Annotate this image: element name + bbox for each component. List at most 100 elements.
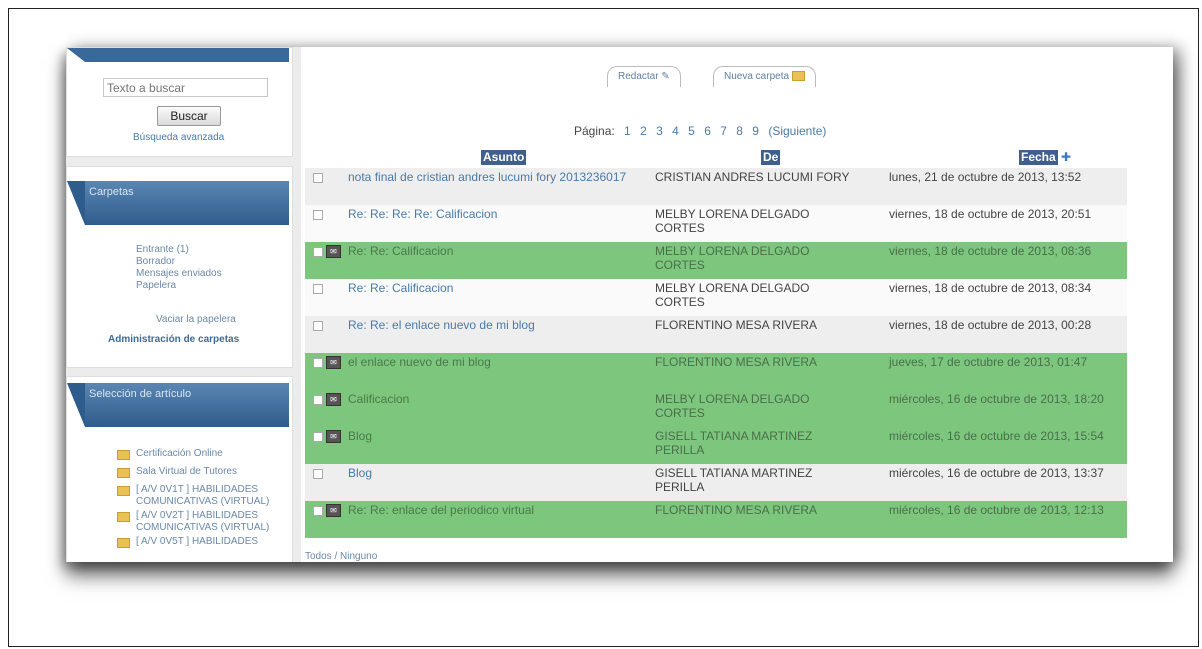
page-link[interactable]: 2	[640, 124, 647, 138]
message-row[interactable]: nota final de cristian andres lucumi for…	[305, 168, 1127, 205]
message-subject[interactable]: Blog	[348, 466, 628, 480]
course-item[interactable]: Certificación Online	[136, 448, 223, 460]
message-subject[interactable]: Blog	[348, 429, 628, 443]
message-checkbox[interactable]	[313, 358, 323, 368]
message-row[interactable]: ✉ Re: Re: Calificacion MELBY LORENA DELGAD…	[305, 242, 1127, 279]
message-subject[interactable]: Calificacion	[348, 392, 628, 406]
folder-icon	[117, 468, 130, 478]
page-link[interactable]: 9	[752, 124, 759, 138]
select-all-link[interactable]: Todos / Ninguno	[305, 551, 377, 562]
page-link[interactable]: 4	[672, 124, 679, 138]
frame: Buscar Búsqueda avanzada Carpetas Entran…	[8, 8, 1199, 647]
page-link[interactable]: 7	[720, 124, 727, 138]
search-input[interactable]	[103, 78, 268, 97]
message-date: jueves, 17 de octubre de 2013, 01:47	[889, 355, 1088, 369]
message-subject[interactable]: Re: Re: enlace del periodico virtual	[348, 503, 628, 517]
message-row[interactable]: ✉ el enlace nuevo de mi blog FLORENTINO ME…	[305, 353, 1127, 390]
message-date: miércoles, 16 de octubre de 2013, 12:13	[889, 503, 1104, 517]
subject-column-header[interactable]: Asunto	[481, 150, 527, 165]
message-sender: MELBY LORENA DELGADO CORTES	[655, 281, 810, 309]
pagination-label: Página:	[574, 124, 615, 138]
message-checkbox[interactable]	[313, 210, 323, 220]
message-row[interactable]: ✉ Re: Re: enlace del periodico virtual FLO…	[305, 501, 1127, 538]
empty-trash-link[interactable]: Vaciar la papelera	[156, 314, 236, 326]
message-subject[interactable]: Re: Re: Re: Re: Calificacion	[348, 207, 628, 221]
next-page-link[interactable]: (Siguiente)	[768, 124, 826, 138]
message-checkbox[interactable]	[313, 247, 323, 257]
sidebar: Buscar Búsqueda avanzada Carpetas Entran…	[66, 47, 301, 562]
page-link[interactable]: 6	[704, 124, 711, 138]
message-sender: GISELL TATIANA MARTINEZ PERILLA	[655, 429, 813, 457]
message-sender: MELBY LORENA DELGADO CORTES	[655, 392, 810, 420]
new-folder-tab[interactable]: Nueva carpeta	[713, 66, 816, 87]
message-checkbox[interactable]	[313, 432, 323, 442]
folders-title: Carpetas	[89, 186, 134, 198]
new-folder-label: Nueva carpeta	[724, 71, 790, 82]
folder-drafts[interactable]: Borrador	[136, 256, 175, 268]
message-date: viernes, 18 de octubre de 2013, 08:34	[889, 281, 1092, 295]
message-sender: MELBY LORENA DELGADO CORTES	[655, 207, 810, 235]
message-subject[interactable]: Re: Re: Calificacion	[348, 244, 628, 258]
course-item[interactable]: Sala Virtual de Tutores	[136, 466, 237, 478]
search-button[interactable]: Buscar	[157, 106, 221, 126]
pagination: Página: 1 2 3 4 5 6 7 8 9 (Siguiente)	[574, 124, 826, 138]
message-row[interactable]: Re: Re: Calificacion MELBY LORENA DELGADO…	[305, 279, 1127, 316]
compose-tab[interactable]: Redactar ✎	[607, 66, 681, 87]
page-link[interactable]: 5	[688, 124, 695, 138]
date-column-header[interactable]: Fecha	[1019, 150, 1058, 165]
folders-block-header: Carpetas	[67, 181, 289, 225]
course-block: Selección de artículo Certificación Onli…	[66, 376, 293, 562]
page-link[interactable]: 1	[624, 124, 631, 138]
message-date: miércoles, 16 de octubre de 2013, 18:20	[889, 392, 1104, 406]
message-sender: CRISTIAN ANDRES LUCUMI FORY	[655, 170, 850, 184]
unread-mail-icon: ✉	[326, 393, 341, 406]
message-row[interactable]: Re: Re: el enlace nuevo de mi blog FLOREN…	[305, 316, 1127, 353]
message-checkbox[interactable]	[313, 284, 323, 294]
message-checkbox[interactable]	[313, 506, 323, 516]
folders-block: Carpetas Entrante (1) Borrador Mensajes …	[66, 166, 293, 368]
folder-icon	[117, 512, 130, 522]
search-block: Buscar Búsqueda avanzada	[66, 47, 293, 157]
message-date: viernes, 18 de octubre de 2013, 08:36	[889, 244, 1092, 258]
folder-trash[interactable]: Papelera	[136, 280, 176, 292]
folder-add-icon	[791, 71, 805, 82]
page-link[interactable]: 3	[656, 124, 663, 138]
page-link[interactable]: 8	[736, 124, 743, 138]
message-sender: FLORENTINO MESA RIVERA	[655, 318, 818, 332]
message-date: viernes, 18 de octubre de 2013, 00:28	[889, 318, 1092, 332]
course-item[interactable]: [ A/V 0V5T ] HABILIDADES	[136, 536, 286, 548]
message-checkbox[interactable]	[313, 395, 323, 405]
folder-inbox[interactable]: Entrante (1)	[136, 244, 189, 256]
message-sender: MELBY LORENA DELGADO CORTES	[655, 244, 810, 272]
message-checkbox[interactable]	[313, 173, 323, 183]
message-row[interactable]: Re: Re: Re: Re: Calificacion MELBY LORENA…	[305, 205, 1127, 242]
message-date: miércoles, 16 de octubre de 2013, 15:54	[889, 429, 1104, 443]
message-date: lunes, 21 de octubre de 2013, 13:52	[889, 170, 1082, 184]
message-row[interactable]: Blog GISELL TATIANA MARTINEZ PERILLA miérc…	[305, 464, 1127, 501]
message-subject[interactable]: el enlace nuevo de mi blog	[348, 355, 628, 369]
unread-mail-icon: ✉	[326, 356, 341, 369]
folder-icon	[117, 538, 130, 548]
from-column-header[interactable]: De	[761, 150, 781, 165]
message-subject[interactable]: Re: Re: el enlace nuevo de mi blog	[348, 318, 628, 332]
manage-folders-link[interactable]: Administración de carpetas	[108, 334, 239, 346]
folder-sent[interactable]: Mensajes enviados	[136, 268, 222, 280]
message-subject[interactable]: nota final de cristian andres lucumi for…	[348, 170, 628, 184]
message-list: nota final de cristian andres lucumi for…	[305, 168, 1127, 538]
unread-mail-icon: ✉	[326, 504, 341, 517]
message-sender: FLORENTINO MESA RIVERA	[655, 503, 818, 517]
advanced-search-link[interactable]: Búsqueda avanzada	[133, 132, 224, 143]
course-title: Selección de artículo	[89, 388, 192, 400]
course-block-header: Selección de artículo	[67, 383, 289, 427]
message-row[interactable]: ✉ Calificacion MELBY LORENA DELGADO CORTES…	[305, 390, 1127, 427]
course-item[interactable]: [ A/V 0V1T ] HABILIDADES COMUNICATIVAS (…	[136, 484, 286, 508]
message-checkbox[interactable]	[313, 321, 323, 331]
unread-mail-icon: ✉	[326, 245, 341, 258]
message-checkbox[interactable]	[313, 469, 323, 479]
compose-label: Redactar	[618, 71, 659, 82]
screenshot: Buscar Búsqueda avanzada Carpetas Entran…	[66, 47, 1173, 562]
sort-icon[interactable]: ✚	[1061, 150, 1073, 164]
message-row[interactable]: ✉ Blog GISELL TATIANA MARTINEZ PERILLA miér…	[305, 427, 1127, 464]
course-item[interactable]: [ A/V 0V2T ] HABILIDADES COMUNICATIVAS (…	[136, 510, 286, 534]
message-subject[interactable]: Re: Re: Calificacion	[348, 281, 628, 295]
